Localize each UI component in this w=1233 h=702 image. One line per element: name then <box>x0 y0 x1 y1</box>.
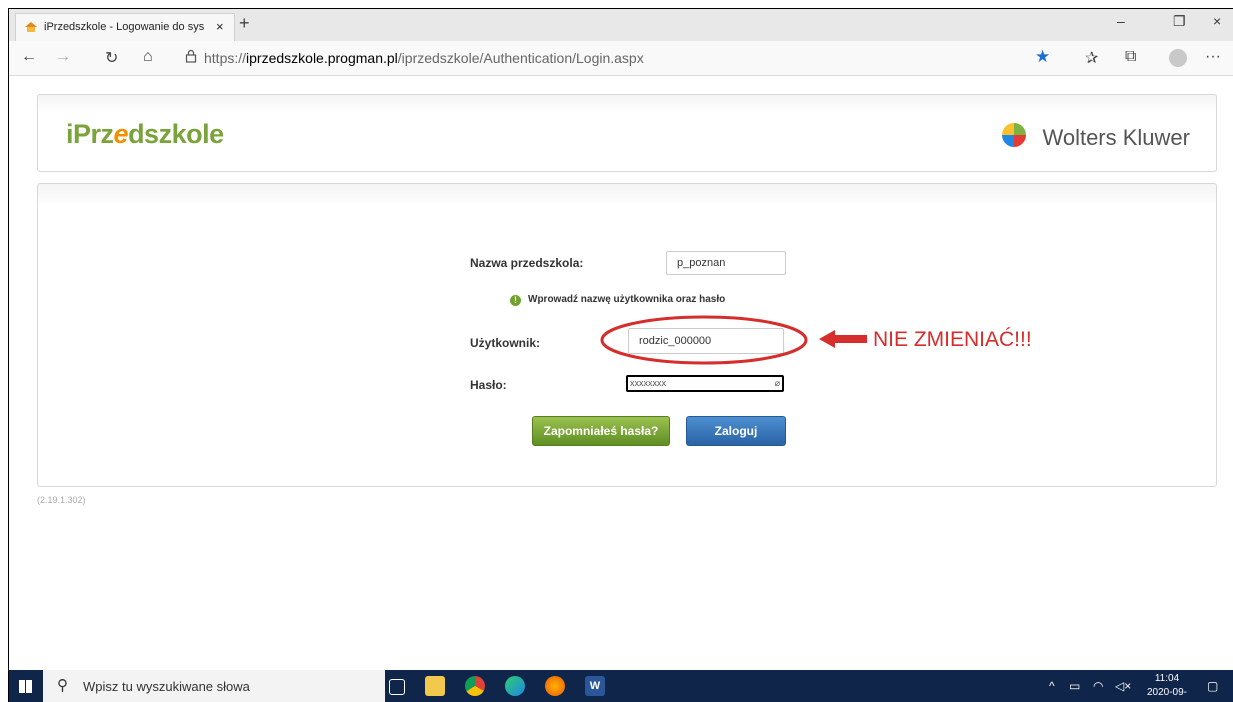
minimize-icon[interactable]: – <box>1117 13 1125 29</box>
password-input[interactable]: xxxxxxxx ⌀ <box>626 375 784 392</box>
page-content: iPrzedszkole Wolters Kluwer Nazwa przeds… <box>9 76 1233 670</box>
notifications-icon[interactable]: ▢ <box>1207 679 1218 693</box>
new-tab-button[interactable]: + <box>239 13 250 34</box>
chrome-icon[interactable] <box>465 676 485 696</box>
back-icon[interactable]: ← <box>21 48 37 66</box>
tray-chevron-icon[interactable]: ^ <box>1049 679 1055 693</box>
school-label: Nazwa przedszkola: <box>470 256 584 270</box>
taskbar: ⚲ Wpisz tu wyszukiwane słowa W ^ ▭ ◠ ◁× … <box>9 670 1233 702</box>
info-message: ! Wprowadź nazwę użytkownika oraz hasło <box>510 294 725 306</box>
user-label: Użytkownik: <box>470 336 541 350</box>
profile-avatar[interactable] <box>1169 49 1187 67</box>
home-icon[interactable]: ⌂ <box>143 48 153 66</box>
refresh-icon[interactable]: ↻ <box>105 48 118 68</box>
favorite-star-icon[interactable]: ★ <box>1035 47 1050 67</box>
tab-title: iPrzedszkole - Logowanie do syst <box>44 21 204 33</box>
word-icon[interactable]: W <box>585 676 605 696</box>
login-button[interactable]: Zaloguj <box>686 416 786 446</box>
version-label: (2.19.1.302) <box>37 495 86 505</box>
browser-tab[interactable]: iPrzedszkole - Logowanie do syst × <box>15 13 235 41</box>
iprzedszkole-logo[interactable]: iPrzedszkole <box>66 119 224 150</box>
password-label: Hasło: <box>470 378 507 392</box>
forward-icon[interactable]: → <box>55 48 71 66</box>
windows-start-icon[interactable] <box>19 680 32 693</box>
search-placeholder: Wpisz tu wyszukiwane słowa <box>83 679 250 694</box>
info-icon: ! <box>510 295 521 306</box>
collections-icon[interactable]: ⧉ <box>1125 48 1136 66</box>
window-close-icon[interactable]: × <box>1213 13 1221 29</box>
url-field[interactable]: https://iprzedszkole.progman.pl/iprzedsz… <box>204 50 644 66</box>
volume-icon[interactable]: ◁× <box>1115 679 1131 693</box>
wifi-icon[interactable]: ◠ <box>1093 679 1103 693</box>
task-view-icon[interactable] <box>389 679 405 695</box>
address-bar: ← → ↻ ⌂ https://iprzedszkole.progman.pl/… <box>9 41 1233 76</box>
close-tab-icon[interactable]: × <box>216 19 224 34</box>
favorites-list-icon[interactable]: ✰ <box>1085 48 1098 68</box>
annotation-text: NIE ZMIENIAĆ!!! <box>873 328 1032 351</box>
school-input[interactable]: p_poznan <box>666 251 786 275</box>
edge-icon[interactable] <box>505 676 525 696</box>
reveal-password-icon[interactable]: ⌀ <box>775 377 780 390</box>
site-header: iPrzedszkole Wolters Kluwer <box>37 94 1217 172</box>
browser-window: iPrzedszkole - Logowanie do syst × + – ❐… <box>8 8 1233 702</box>
tab-bar: iPrzedszkole - Logowanie do syst × + – ❐… <box>9 9 1233 41</box>
taskbar-search[interactable]: ⚲ Wpisz tu wyszukiwane słowa <box>43 670 385 702</box>
search-icon: ⚲ <box>57 677 68 694</box>
taskbar-clock[interactable]: 11:042020-09-02 <box>1145 672 1189 702</box>
annotation-arrow-icon <box>819 330 867 348</box>
forgot-password-button[interactable]: Zapomniałeś hasła? <box>532 416 670 446</box>
wolters-kluwer-brand: Wolters Kluwer <box>1042 125 1190 150</box>
maximize-icon[interactable]: ❐ <box>1173 13 1186 30</box>
annotation-ellipse <box>600 315 808 365</box>
battery-icon[interactable]: ▭ <box>1069 679 1080 693</box>
lock-icon[interactable] <box>185 49 197 66</box>
firefox-icon[interactable] <box>545 676 565 696</box>
file-explorer-icon[interactable] <box>425 676 445 696</box>
wolters-kluwer-logo-icon <box>1002 123 1026 147</box>
house-favicon-icon <box>25 22 37 32</box>
more-menu-icon[interactable]: ··· <box>1205 48 1221 66</box>
